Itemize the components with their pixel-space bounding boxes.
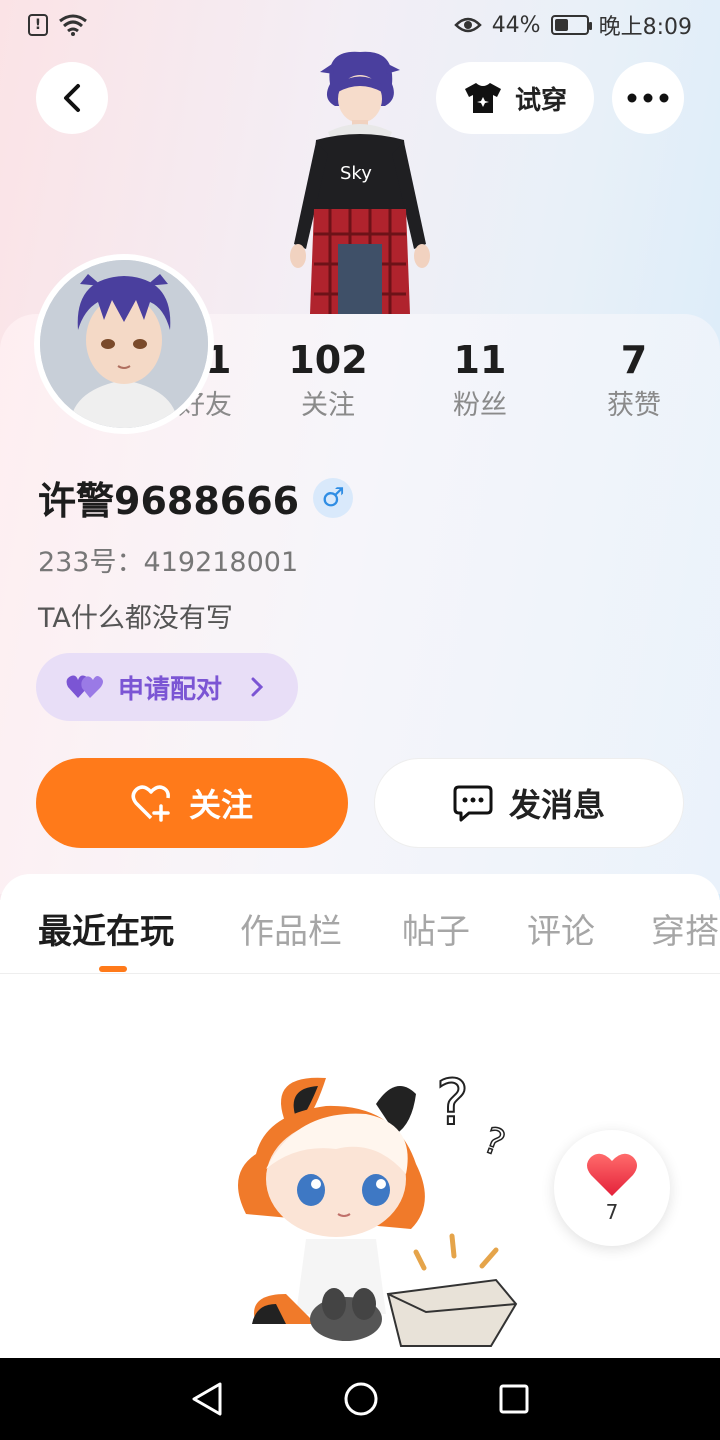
- stat-label: 粉丝: [453, 390, 507, 421]
- wifi-icon: [59, 14, 87, 36]
- avatar-image: [40, 260, 208, 428]
- tab-comments[interactable]: 评论: [527, 904, 595, 953]
- more-button[interactable]: [612, 62, 684, 134]
- system-nav-bar: [0, 1358, 720, 1440]
- stat-fans[interactable]: 11 粉丝: [415, 336, 545, 428]
- avatar-figure[interactable]: Sky: [270, 44, 450, 314]
- stat-likes[interactable]: 7 获赞: [569, 336, 699, 428]
- male-gender-icon: ♂: [313, 477, 354, 518]
- tshirt-icon: [464, 83, 501, 113]
- stat-value: 11: [453, 338, 507, 382]
- stat-following[interactable]: 102 关注: [263, 336, 393, 428]
- tab-outfits[interactable]: 穿搭: [651, 904, 719, 953]
- like-count: 7: [605, 1200, 619, 1224]
- tab-posts[interactable]: 帖子: [402, 904, 470, 953]
- home-circle-icon[interactable]: [343, 1381, 379, 1417]
- user-id[interactable]: 233号：419218001: [38, 540, 298, 579]
- like-floating-button[interactable]: 7: [554, 1130, 670, 1246]
- tab-works[interactable]: 作品栏: [240, 904, 342, 953]
- follow-button[interactable]: 关注: [36, 758, 348, 848]
- follow-label: 关注: [188, 786, 253, 824]
- heart-plus-icon: [131, 785, 170, 822]
- chat-bubble-icon: [453, 785, 493, 822]
- pair-request-label: 申请配对: [118, 674, 223, 705]
- bio: TA什么都没有写: [38, 603, 233, 634]
- chevron-right-icon: [251, 677, 264, 697]
- message-button[interactable]: 发消息: [374, 758, 684, 848]
- stat-value: 7: [620, 338, 648, 382]
- tab-bar: 最近在玩 作品栏 帖子 评论 穿搭: [0, 874, 720, 974]
- double-heart-icon: [66, 675, 103, 698]
- pair-request-button[interactable]: 申请配对: [36, 653, 298, 721]
- back-triangle-icon[interactable]: [190, 1381, 224, 1417]
- message-label: 发消息: [508, 786, 605, 824]
- battery-percent: 44%: [491, 12, 541, 38]
- username: 许警9688666: [38, 479, 300, 523]
- stat-label: 获赞: [607, 390, 661, 421]
- username-row: 许警9688666 ♂: [38, 470, 354, 525]
- heart-icon: [587, 1153, 637, 1196]
- svg-text:Sky: Sky: [340, 163, 372, 184]
- tab-recently-played[interactable]: 最近在玩: [38, 904, 174, 953]
- try-on-label: 试穿: [514, 85, 567, 116]
- svg-text:?: ?: [436, 1066, 469, 1139]
- stats-row: 41 好友 102 关注 11 粉丝 7 获赞: [140, 336, 720, 436]
- back-button[interactable]: [36, 62, 108, 134]
- stat-label: 关注: [301, 390, 355, 421]
- clock: 晚上8:09: [598, 15, 692, 40]
- stat-value: 102: [288, 338, 368, 382]
- alert-icon: !: [28, 14, 48, 36]
- chevron-left-icon: [64, 84, 80, 112]
- avatar[interactable]: [34, 254, 214, 434]
- try-on-button[interactable]: 试穿: [436, 62, 594, 134]
- empty-state-illustration: ? ?: [238, 1065, 518, 1347]
- status-bar: ! 44% 晚上8:09: [0, 0, 720, 50]
- eye-icon: [453, 17, 482, 33]
- recents-square-icon[interactable]: [498, 1383, 530, 1415]
- battery-icon: [550, 15, 592, 35]
- more-dots-icon: [627, 93, 669, 103]
- svg-text:?: ?: [478, 1120, 510, 1165]
- tab-indicator: [99, 966, 127, 972]
